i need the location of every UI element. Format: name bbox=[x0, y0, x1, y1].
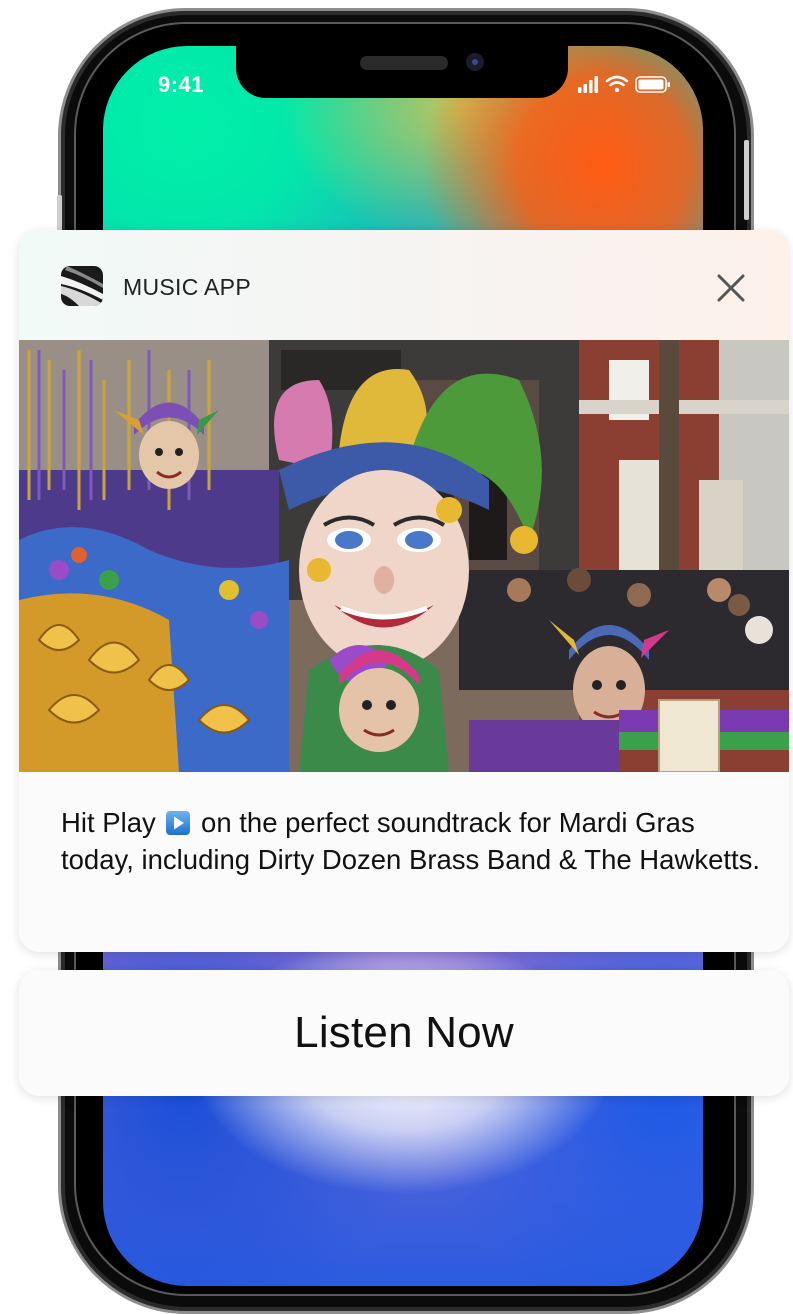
message-text-start: Hit Play bbox=[61, 807, 156, 838]
status-icons bbox=[578, 72, 688, 98]
notification-card[interactable]: MUSIC APP Hit Play on the perfect soundt… bbox=[19, 230, 789, 952]
status-time: 9:41 bbox=[158, 72, 205, 97]
front-camera bbox=[466, 53, 484, 71]
wifi-icon bbox=[605, 75, 629, 93]
battery-icon bbox=[635, 76, 670, 93]
listen-now-button[interactable]: Listen Now bbox=[19, 970, 789, 1096]
notification-header: MUSIC APP bbox=[19, 230, 789, 340]
side-button-right bbox=[744, 140, 749, 220]
notification-image bbox=[19, 340, 789, 772]
close-button[interactable] bbox=[711, 268, 751, 308]
listen-now-label: Listen Now bbox=[294, 1008, 514, 1057]
cellular-signal-icon bbox=[578, 76, 598, 93]
play-button-icon bbox=[166, 807, 191, 835]
speaker-grille bbox=[360, 56, 448, 70]
notification-message: Hit Play on the perfect soundtrack for M… bbox=[61, 804, 761, 878]
music-app-icon bbox=[61, 266, 103, 306]
close-icon bbox=[717, 274, 745, 302]
app-name: MUSIC APP bbox=[123, 274, 251, 300]
